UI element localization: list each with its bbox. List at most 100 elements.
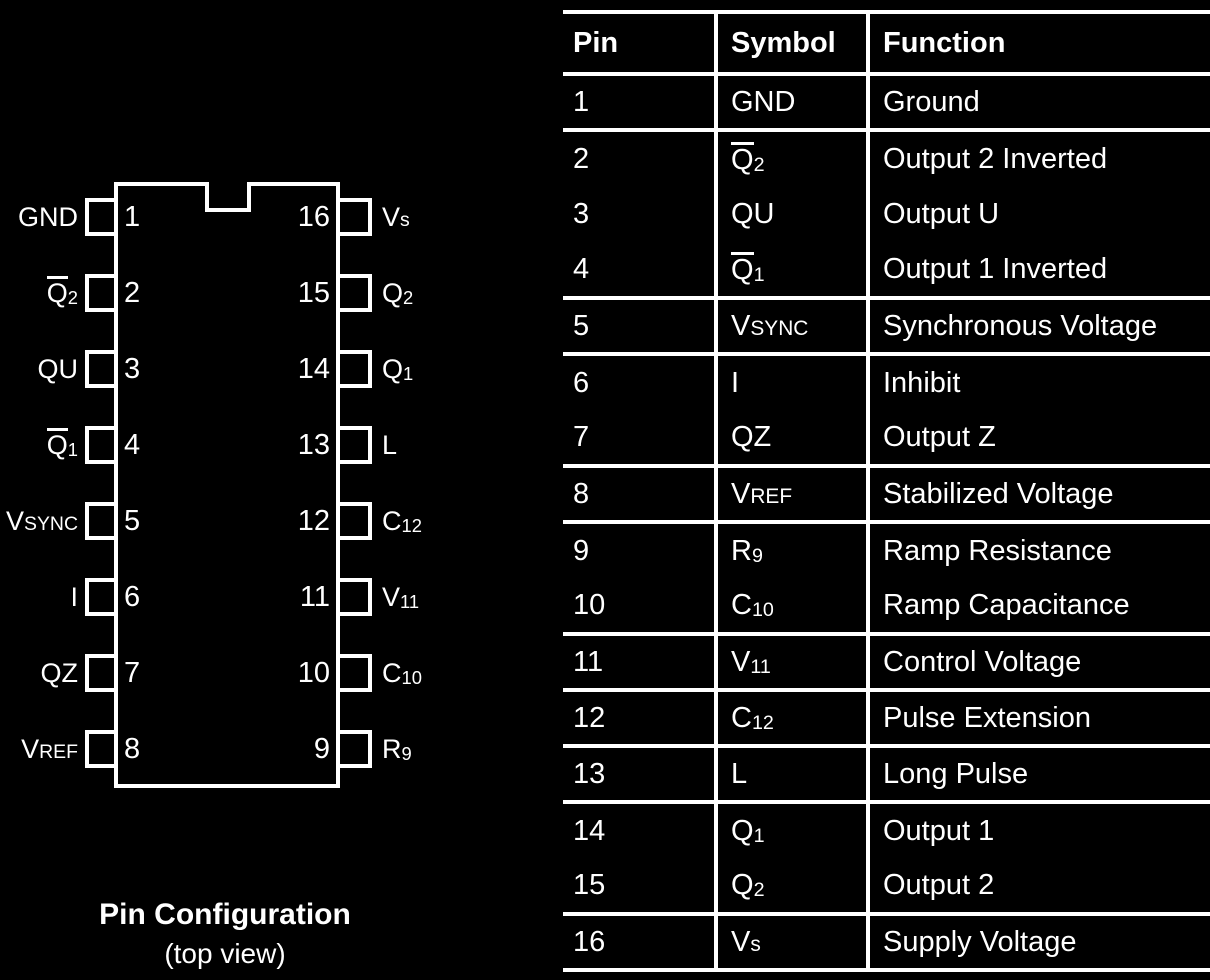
table-row: 11 V11 Control Voltage: [563, 632, 1210, 690]
pin-signal-label-10: C10: [382, 658, 422, 689]
cell-function-10: Ramp Capacitance: [866, 578, 1210, 634]
pin-number-9: 9: [313, 733, 330, 765]
pin-number-10: 10: [297, 657, 330, 689]
pin-number-7: 7: [124, 657, 141, 689]
cell-symbol-9: R9: [714, 520, 868, 578]
pin-number-1: 1: [124, 201, 141, 233]
pin-signal-label-15: Q2: [382, 278, 414, 309]
pin-stub-5: [85, 502, 117, 540]
cell-symbol-3: QU: [714, 186, 868, 242]
pin-signal-label-8: VREF: [21, 734, 78, 764]
pin-number-2: 2: [124, 277, 141, 309]
cell-symbol-6: I: [714, 352, 868, 410]
cell-pin-8: 8: [563, 464, 716, 522]
pin-number-6: 6: [124, 581, 141, 613]
cell-function-11: Control Voltage: [866, 632, 1210, 690]
cell-symbol-5: VSYNC: [714, 296, 868, 354]
pin-signal-label-9: R9: [382, 734, 412, 765]
pin-stub-12: [340, 502, 372, 540]
cell-pin-12: 12: [563, 688, 716, 746]
cell-pin-13: 13: [563, 744, 716, 802]
cell-pin-6: 6: [563, 352, 716, 410]
pin-stub-11: [340, 578, 372, 616]
pin-signal-label-1: GND: [18, 202, 78, 232]
pin-number-14: 14: [297, 353, 330, 385]
cell-pin-2: 2: [563, 128, 716, 186]
cell-symbol-2: Q2: [714, 128, 868, 186]
pin-number-16: 16: [297, 201, 330, 233]
cell-pin-9: 9: [563, 520, 716, 578]
table-row: 8 VREF Stabilized Voltage: [563, 464, 1210, 522]
cell-function-8: Stabilized Voltage: [866, 464, 1210, 522]
cell-function-13: Long Pulse: [866, 744, 1210, 802]
column-header-symbol: Symbol: [714, 10, 868, 74]
cell-pin-15: 15: [573, 868, 606, 901]
table-body: 1 GND Ground 2 Q2 Output 2 Inverted 3 QU Output …: [563, 72, 1210, 972]
cell-symbol-8: VREF: [714, 464, 868, 522]
pin-stub-16: [340, 198, 372, 236]
cell-pin-1: 1: [563, 72, 716, 130]
cell-symbol-7: QZ: [714, 410, 868, 466]
table-row: 12 C12 Pulse Extension: [563, 688, 1210, 746]
table-row: 10 C10 Ramp Capacitance: [563, 578, 1210, 634]
cell-function-4: Output 1 Inverted: [866, 242, 1210, 298]
table-row: 13 L Long Pulse: [563, 744, 1210, 802]
cell-function-3: Output U: [866, 186, 1210, 242]
cell-symbol-11: V11: [714, 632, 868, 690]
cell-pin-14: 14: [563, 800, 716, 858]
pin-number-8: 8: [124, 733, 141, 765]
table-row: 9 R9 Ramp Resistance: [563, 520, 1210, 578]
cell-symbol-10: C10: [714, 578, 868, 634]
pin-number-15: 15: [297, 277, 330, 309]
cell-pin-3: 3: [573, 197, 590, 230]
table-header-row: Pin Symbol Function: [563, 10, 1210, 74]
chip-body-outline: [114, 182, 340, 788]
pin-stub-10: [340, 654, 372, 692]
cell-function-14: Output 1: [866, 800, 1210, 858]
pin-stub-8: [85, 730, 117, 768]
table-row: 14 Q1 Output 1: [563, 800, 1210, 858]
pin-stub-14: [340, 350, 372, 388]
pin-stub-13: [340, 426, 372, 464]
pin-number-13: 13: [297, 429, 330, 461]
pin-signal-label-7: QZ: [40, 658, 79, 688]
table-row: 2 Q2 Output 2 Inverted: [563, 128, 1210, 186]
column-header-pin: Pin: [563, 10, 716, 74]
pin-number-12: 12: [297, 505, 330, 537]
cell-symbol-13: L: [714, 744, 868, 802]
diagram-caption-subtitle: (top view): [164, 938, 286, 969]
table-row: 4 Q1 Output 1 Inverted: [563, 242, 1210, 298]
cell-function-15: Output 2: [866, 858, 1210, 914]
pin-signal-label-16: Vs: [382, 202, 410, 232]
column-header-function: Function: [866, 10, 1210, 74]
pin-signal-label-14: Q1: [382, 354, 414, 385]
cell-symbol-12: C12: [714, 688, 868, 746]
pin-number-11: 11: [299, 581, 330, 613]
table-row: 16 Vs Supply Voltage: [563, 912, 1210, 972]
cell-pin-5: 5: [563, 296, 716, 354]
table-row: 1 GND Ground: [563, 72, 1210, 130]
pin-number-4: 4: [124, 429, 141, 461]
table-row: 5 VSYNC Synchronous Voltage: [563, 296, 1210, 354]
pin-signal-label-3: QU: [37, 354, 79, 384]
diagram-caption-title: Pin Configuration: [99, 898, 351, 931]
pin-signal-label-6: I: [70, 582, 78, 612]
pin-stub-6: [85, 578, 117, 616]
cell-pin-10: 10: [573, 588, 606, 621]
cell-symbol-4: Q1: [714, 242, 868, 298]
table-row: 15 Q2 Output 2: [563, 858, 1210, 914]
pin-signal-label-4: Q1: [46, 428, 78, 461]
pin-signal-label-5: VSYNC: [5, 506, 78, 536]
table-row: 6 I Inhibit: [563, 352, 1210, 410]
table-row: 7 QZ Output Z: [563, 410, 1210, 466]
pin-signal-label-12: C12: [382, 506, 422, 537]
cell-pin-4: 4: [573, 252, 590, 285]
pin-stub-4: [85, 426, 117, 464]
cell-function-2: Output 2 Inverted: [866, 128, 1210, 186]
cell-function-6: Inhibit: [866, 352, 1210, 410]
cell-pin-7: 7: [573, 420, 590, 453]
pin-stub-2: [85, 274, 117, 312]
cell-symbol-15: Q2: [714, 858, 868, 914]
cell-function-7: Output Z: [866, 410, 1210, 466]
cell-function-9: Ramp Resistance: [866, 520, 1210, 578]
